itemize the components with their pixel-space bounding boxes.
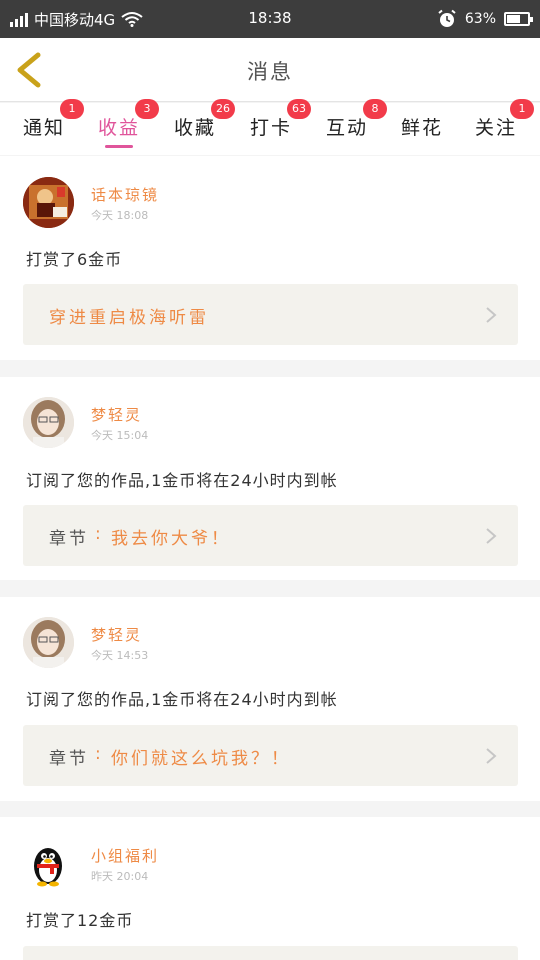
girl-photo-avatar — [23, 397, 74, 448]
user-name[interactable]: 话本琼镜 — [91, 184, 159, 205]
message-card: 梦轻灵 今天 15:04 订阅了您的作品,1金币将在24小时内到帐 章节 : 我… — [0, 377, 540, 580]
message-content: 订阅了您的作品,1金币将在24小时内到帐 — [26, 690, 338, 709]
alarm-icon — [438, 9, 456, 27]
tab-badge: 8 — [363, 99, 387, 119]
tab-label: 通知 — [22, 117, 65, 139]
battery-icon — [504, 12, 533, 26]
header: 消息 — [0, 38, 540, 102]
chapter-label: 章节 — [49, 749, 89, 769]
tab-following[interactable]: 关注 1 — [474, 99, 534, 151]
chapter-separator: : — [95, 524, 101, 544]
page-title: 消息 — [247, 60, 293, 84]
tab-badge: 63 — [287, 99, 311, 119]
message-card: 话本琼镜 今天 18:08 打赏了6金币 穿进重启极海听雷 — [0, 156, 540, 360]
chevron-right-icon — [486, 528, 497, 544]
chevron-right-icon — [486, 748, 497, 764]
user-name[interactable]: 梦轻灵 — [91, 404, 142, 425]
tab-earnings[interactable]: 收益 3 — [97, 99, 159, 151]
message-time: 今天 14:53 — [91, 649, 149, 662]
tab-badge: 1 — [60, 99, 84, 119]
message-card: 小组福利 昨天 20:04 打赏了12金币 — [0, 817, 540, 960]
user-name[interactable]: 梦轻灵 — [91, 624, 142, 645]
tab-label: 互动 — [325, 117, 368, 139]
tab-flowers[interactable]: 鲜花 — [400, 111, 460, 151]
tab-favorites[interactable]: 收藏 26 — [173, 99, 235, 151]
chapter-link[interactable]: 章节 : 你们就这么坑我？！ — [23, 725, 518, 786]
chevron-right-icon — [486, 307, 497, 323]
tab-badge: 26 — [211, 99, 235, 119]
tab-bar: 通知 1 收益 3 收藏 26 打卡 63 互动 8 鲜花 关注 1 — [0, 99, 540, 155]
tab-badge: 1 — [510, 99, 534, 119]
tab-underline — [105, 145, 133, 148]
girl-photo-avatar — [23, 617, 74, 668]
tab-label: 鲜花 — [400, 117, 443, 139]
work-link[interactable] — [23, 946, 518, 960]
work-title: 穿进重启极海听雷 — [49, 308, 209, 328]
avatar[interactable] — [23, 177, 74, 228]
battery-percent: 63% — [464, 11, 496, 27]
message-time: 昨天 20:04 — [91, 870, 149, 883]
message-time: 今天 15:04 — [91, 429, 149, 442]
tab-badge: 3 — [135, 99, 159, 119]
qq-penguin-avatar — [23, 838, 74, 889]
message-content: 打赏了12金币 — [26, 911, 134, 930]
avatar[interactable] — [23, 617, 74, 668]
message-content: 打赏了6金币 — [26, 250, 123, 269]
battery-fill — [507, 15, 520, 23]
chapter-title: 我去你大爷！ — [111, 529, 231, 549]
avatar[interactable] — [23, 838, 74, 889]
tab-label: 打卡 — [249, 117, 292, 139]
avatar[interactable] — [23, 397, 74, 448]
tab-label: 收益 — [97, 117, 140, 139]
message-content: 订阅了您的作品,1金币将在24小时内到帐 — [26, 471, 338, 490]
tab-label: 收藏 — [173, 117, 216, 139]
book-cover-avatar — [23, 177, 74, 228]
chapter-link[interactable]: 章节 : 我去你大爷！ — [23, 505, 518, 566]
message-time: 今天 18:08 — [91, 209, 149, 222]
tab-checkin[interactable]: 打卡 63 — [249, 99, 311, 151]
tab-label: 关注 — [474, 117, 517, 139]
tab-interaction[interactable]: 互动 8 — [325, 99, 387, 151]
work-link[interactable]: 穿进重启极海听雷 — [23, 284, 518, 345]
chapter-title: 你们就这么坑我？！ — [111, 749, 291, 769]
chapter-separator: : — [95, 744, 101, 764]
user-name[interactable]: 小组福利 — [91, 845, 159, 866]
tab-notice[interactable]: 通知 1 — [22, 99, 84, 151]
message-card: 梦轻灵 今天 14:53 订阅了您的作品,1金币将在24小时内到帐 章节 : 你… — [0, 597, 540, 801]
status-right: 63% — [437, 8, 533, 30]
status-bar: 中国移动4G 18:38 63% — [0, 0, 540, 38]
chapter-label: 章节 — [49, 529, 89, 549]
